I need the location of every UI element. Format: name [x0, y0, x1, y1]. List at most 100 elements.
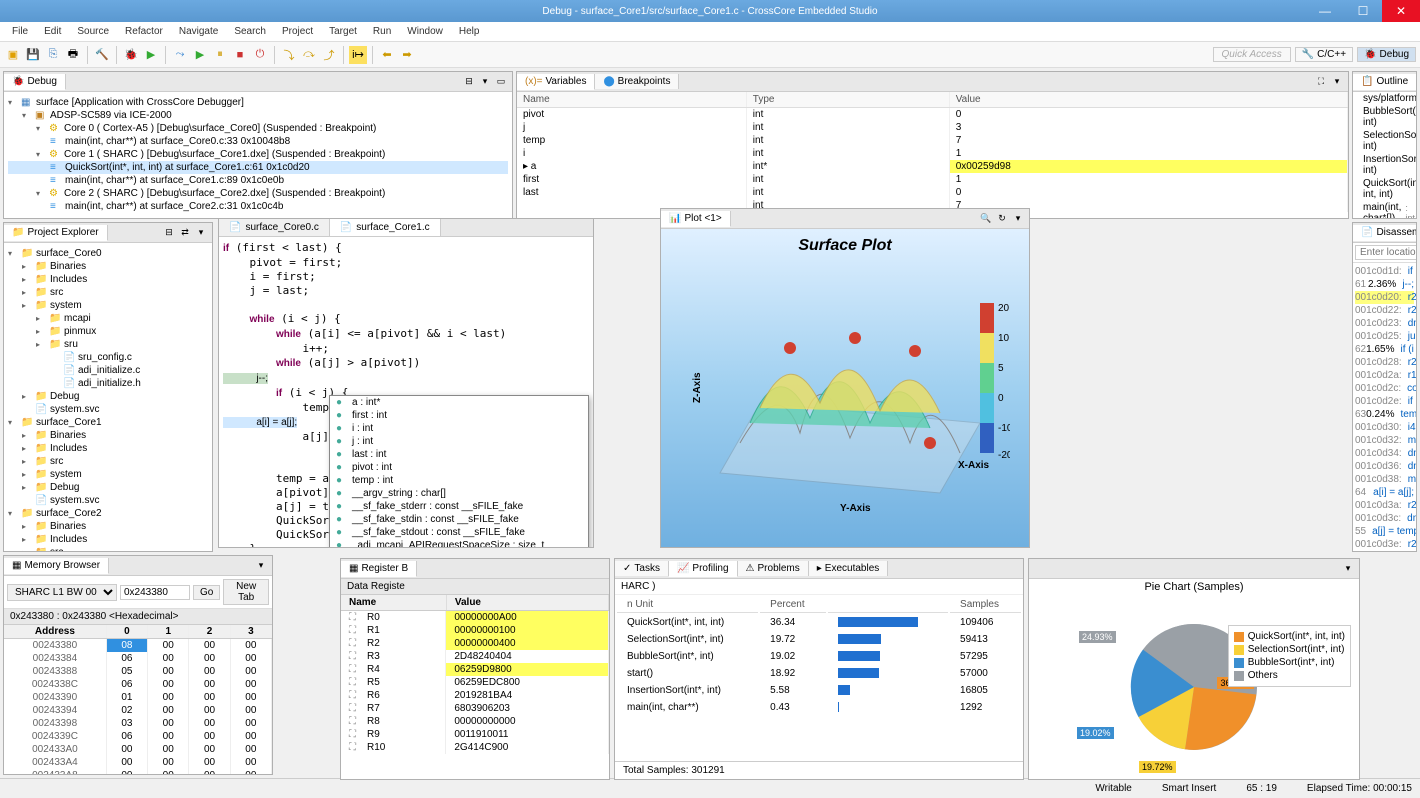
project-root[interactable]: ▾📁surface_Core1 — [8, 416, 208, 429]
project-item[interactable]: ▸📁Includes — [8, 273, 208, 286]
col-name[interactable]: Name — [517, 92, 746, 108]
disasm-row[interactable]: 001c0d2c:comp (r1,r2); — [1355, 382, 1414, 395]
memory-row[interactable]: 0024339803000000 — [4, 717, 272, 730]
menu-edit[interactable]: Edit — [38, 24, 67, 39]
menu-help[interactable]: Help — [453, 24, 486, 39]
memory-space-select[interactable]: SHARC L1 BW 00 — [7, 584, 117, 601]
project-item[interactable]: ▸📁Binaries — [8, 429, 208, 442]
outline-item[interactable]: QuickSort(int[], int, int) : void — [1353, 177, 1416, 201]
plot-menu-icon[interactable]: ▾ — [1011, 212, 1025, 226]
project-item[interactable]: ▸📁Includes — [8, 442, 208, 455]
disasm-row[interactable]: 001c0d23:dm(-0x4,i6)=r2; — [1355, 317, 1414, 330]
disasm-location-input[interactable] — [1355, 245, 1417, 260]
register-row[interactable]: ⛶R200000000400 — [341, 637, 609, 650]
register-row[interactable]: ⛶R100000000100 — [341, 624, 609, 637]
debug-collapse-icon[interactable]: ⊟ — [462, 75, 476, 89]
variable-row[interactable]: pivotint0 — [517, 108, 1348, 122]
run-icon[interactable]: ▶ — [142, 46, 160, 64]
project-item[interactable]: 📄adi_initialize.h — [8, 377, 208, 390]
disasm-row[interactable]: 630.24% temp = a[i]; — [1355, 408, 1414, 421]
menu-window[interactable]: Window — [401, 24, 449, 39]
outline-item[interactable]: main(int, char*[]) : int — [1353, 201, 1416, 218]
disasm-row[interactable]: 612.36% j--; — [1355, 278, 1414, 291]
menu-navigate[interactable]: Navigate — [173, 24, 224, 39]
project-item[interactable]: ▸📁system — [8, 299, 208, 312]
autocomplete-item[interactable]: ●a : int* — [330, 396, 588, 409]
disasm-row[interactable]: 001c0d3e:r2=dm(-0x3,i6); — [1355, 538, 1414, 551]
profiling-row[interactable]: main(int, char**)0.431292 — [617, 700, 1021, 715]
disasm-row[interactable]: 55 a[j] = temp; — [1355, 525, 1414, 538]
pie-menu-icon[interactable]: ▾ — [1341, 562, 1355, 576]
debug-device-node[interactable]: ▾▣ADSP-SC589 via ICE-2000 — [8, 109, 508, 122]
disasm-row[interactable]: 621.65% if (i < j) { — [1355, 343, 1414, 356]
project-item[interactable]: ▸📁Debug — [8, 481, 208, 494]
save-icon[interactable]: 💾 — [24, 46, 42, 64]
memory-row[interactable]: 0024338C06000000 — [4, 678, 272, 691]
project-item[interactable]: ▸📁Binaries — [8, 260, 208, 273]
profiling-row[interactable]: SelectionSort(int*, int)19.7259413 — [617, 632, 1021, 647]
debug-frame-core1-1[interactable]: ≡main(int, char**) at surface_Core1.c:89… — [8, 174, 508, 187]
debug-core1[interactable]: ▾⚙Core 1 ( SHARC ) [Debug\surface_Core1.… — [8, 148, 508, 161]
memory-row[interactable]: 002433A400000000 — [4, 756, 272, 769]
menu-file[interactable]: File — [6, 24, 34, 39]
memory-row[interactable]: 002433A800000000 — [4, 769, 272, 774]
register-row[interactable]: ⛶R406259D9800 — [341, 663, 609, 676]
debug-icon[interactable]: 🐞 — [122, 46, 140, 64]
debug-frame-core2[interactable]: ≡main(int, char**) at surface_Core2.c:31… — [8, 200, 508, 213]
project-root[interactable]: ▾📁surface_Core2 — [8, 507, 208, 520]
debug-min-icon[interactable]: ▭ — [494, 75, 508, 89]
outline-item[interactable]: BubbleSort(int[], int) : void — [1353, 105, 1416, 129]
vars-dropdown-icon[interactable]: ▾ — [1330, 75, 1344, 89]
disasm-row[interactable]: 001c0d22:r2=r2-1; — [1355, 304, 1414, 317]
disasm-row[interactable]: 001c0d3c:dm(m4,i4)=r2 ; — [1355, 512, 1414, 525]
stop-icon[interactable]: ■ — [231, 46, 249, 64]
variable-row[interactable]: firstint1 — [517, 173, 1348, 186]
autocomplete-item[interactable]: ●__sf_fake_stdin : const __sFILE_fake — [330, 513, 588, 526]
variable-row[interactable]: ▸ aint*0x00259d98 — [517, 160, 1348, 173]
problems-tab[interactable]: ⚠ Problems — [738, 561, 809, 576]
close-button[interactable]: ✕ — [1382, 0, 1420, 22]
editor-tab-0[interactable]: 📄 surface_Core0.c — [219, 219, 330, 236]
project-item[interactable]: 📄system.svc — [8, 494, 208, 507]
project-item[interactable]: ▸📁sru — [8, 338, 208, 351]
minimize-button[interactable]: — — [1306, 0, 1344, 22]
debug-frame-core0[interactable]: ≡main(int, char**) at surface_Core0.c:33… — [8, 135, 508, 148]
perspective-debug[interactable]: 🐞 Debug — [1357, 47, 1416, 62]
autocomplete-popup[interactable]: ●a : int*●first : int●i : int●j : int●la… — [329, 395, 589, 547]
variable-row[interactable]: lastint0 — [517, 186, 1348, 199]
outline-tab[interactable]: 📋 Outline — [1353, 74, 1417, 90]
disasm-row[interactable]: 001c0d25:jump (pc,-0xb); — [1355, 330, 1414, 343]
new-icon[interactable]: ▣ — [4, 46, 22, 64]
disasm-tab[interactable]: 📄 Disassembly — [1353, 225, 1417, 241]
disasm-row[interactable]: 64 a[i] = a[j]; — [1355, 486, 1414, 499]
saveall-icon[interactable]: ⎘ — [44, 46, 62, 64]
nav-back-icon[interactable]: ⬅ — [378, 46, 396, 64]
disasm-row[interactable]: 001c0d38:m3=r1; — [1355, 473, 1414, 486]
project-item[interactable]: ▸📁mcapi — [8, 312, 208, 325]
vars-toolbar-icon[interactable]: ⛶ — [1314, 75, 1328, 89]
autocomplete-item[interactable]: ●i : int — [330, 422, 588, 435]
profiling-tab[interactable]: 📈 Profiling — [669, 561, 738, 577]
stepinto-icon[interactable]: ⤵ — [280, 46, 298, 64]
menu-refactor[interactable]: Refactor — [119, 24, 169, 39]
plot-zoom-icon[interactable]: 🔍 — [979, 212, 993, 226]
register-row[interactable]: ⛶R000000000A00 — [341, 611, 609, 625]
plot-tab[interactable]: 📊 Plot <1> — [661, 211, 731, 227]
autocomplete-item[interactable]: ●first : int — [330, 409, 588, 422]
variable-row[interactable]: tempint7 — [517, 134, 1348, 147]
debug-tab[interactable]: 🐞 Debug — [4, 74, 66, 90]
menu-target[interactable]: Target — [323, 24, 363, 39]
project-item[interactable]: ▸📁src — [8, 546, 208, 551]
disasm-row[interactable]: 001c0d20:r2=dm(-0x4,i6); — [1355, 291, 1414, 304]
profiling-row[interactable]: InsertionSort(int*, int)5.5816805 — [617, 683, 1021, 698]
stepover-icon[interactable]: ⤼ — [300, 46, 318, 64]
outline-item[interactable]: sys/platform.h — [1353, 92, 1416, 105]
project-item[interactable]: ▸📁src — [8, 286, 208, 299]
debug-dropdown-icon[interactable]: ▾ — [478, 75, 492, 89]
proj-link-icon[interactable]: ⇄ — [178, 226, 192, 240]
autocomplete-item[interactable]: ●__argv_string : char[] — [330, 487, 588, 500]
menu-source[interactable]: Source — [71, 24, 115, 39]
proj-collapse-icon[interactable]: ⊟ — [162, 226, 176, 240]
disconnect-icon[interactable]: ⏻ — [251, 46, 269, 64]
debug-core0[interactable]: ▾⚙Core 0 ( Cortex-A5 ) [Debug\surface_Co… — [8, 122, 508, 135]
